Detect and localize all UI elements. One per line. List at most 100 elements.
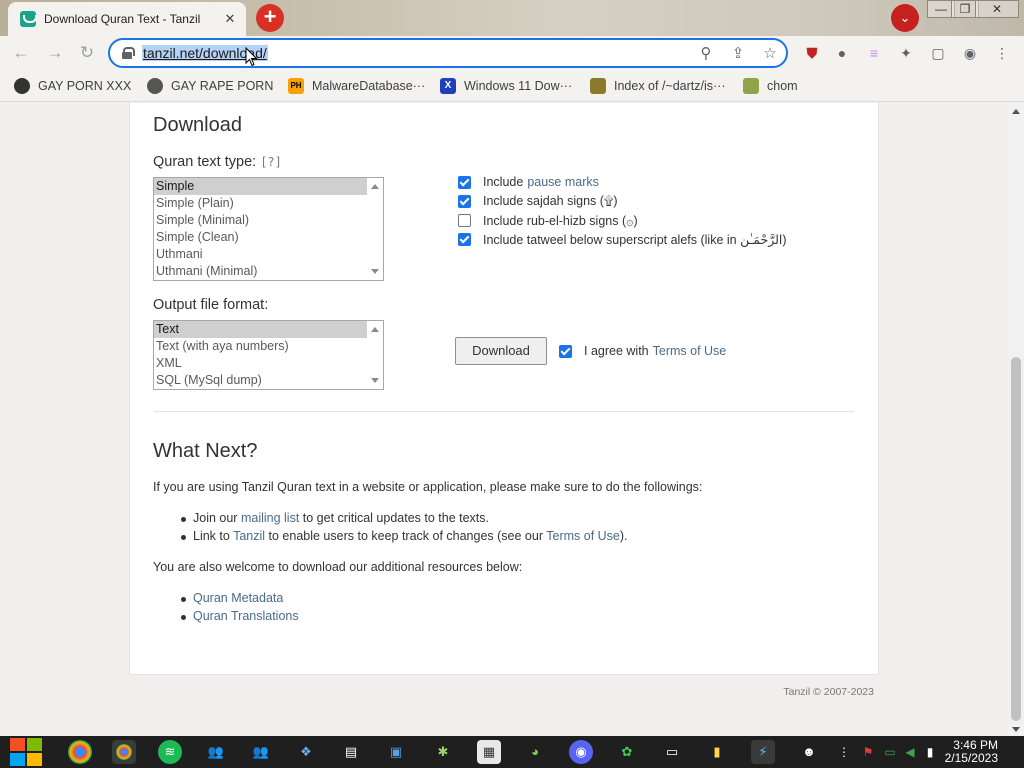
document-icon[interactable]: ▦ bbox=[477, 740, 501, 764]
help-link[interactable]: [?] bbox=[260, 155, 282, 169]
side-panel-icon[interactable]: ▢ bbox=[928, 43, 948, 63]
spotify-icon[interactable]: ≋ bbox=[158, 740, 182, 764]
bookmark-label: GAY PORN XXX bbox=[38, 79, 132, 93]
tatweel-checkbox[interactable] bbox=[458, 233, 471, 246]
bookmark-item[interactable]: Index of /~dartz/is··· bbox=[590, 77, 726, 95]
listbox-scrollbar[interactable] bbox=[367, 321, 383, 389]
close-window-button[interactable]: ✕ bbox=[975, 0, 1019, 18]
text-type-option[interactable]: Uthmani bbox=[154, 246, 383, 263]
ublock-extension-icon[interactable]: ⛊ bbox=[802, 43, 822, 63]
volume-tray-icon[interactable]: ◀ bbox=[902, 744, 918, 760]
text-type-option[interactable]: Uthmani (Minimal) bbox=[154, 263, 383, 280]
text-type-option[interactable]: Simple (Plain) bbox=[154, 195, 383, 212]
scroll-up-icon[interactable] bbox=[371, 184, 379, 189]
azure-icon[interactable]: ❖ bbox=[294, 740, 318, 764]
scroll-up-icon[interactable] bbox=[371, 327, 379, 332]
scroll-down-icon[interactable] bbox=[371, 378, 379, 383]
android-icon[interactable]: ◕ bbox=[523, 740, 547, 764]
scroll-up-icon[interactable] bbox=[1012, 109, 1020, 114]
back-icon[interactable]: ← bbox=[10, 42, 32, 64]
scroll-thumb[interactable] bbox=[1011, 357, 1021, 721]
avatar-extension-icon[interactable]: ● bbox=[832, 43, 852, 63]
tanzil-link[interactable]: Tanzil bbox=[233, 529, 265, 543]
what-next-intro: If you are using Tanzil Quran text in a … bbox=[153, 480, 703, 494]
game-app-icon[interactable]: ✱ bbox=[431, 740, 455, 764]
bullet-text: Link to bbox=[193, 529, 234, 543]
reload-icon[interactable]: ↻ bbox=[76, 42, 98, 64]
chrome-icon[interactable] bbox=[68, 740, 92, 764]
teams-icon[interactable]: 👥 bbox=[249, 740, 273, 764]
page-scrollbar[interactable] bbox=[1008, 103, 1024, 736]
bookmark-item[interactable]: GAY PORN XXX bbox=[14, 77, 131, 95]
active-tab[interactable]: Download Quran Text - Tanzil ✕ bbox=[8, 2, 246, 36]
format-option[interactable]: SQL (MySql dump) bbox=[154, 372, 383, 389]
network-tray-icon[interactable]: ▭ bbox=[882, 744, 898, 760]
sajdah-signs-checkbox[interactable] bbox=[458, 195, 471, 208]
format-option[interactable]: Text (with aya numbers) bbox=[154, 338, 383, 355]
discord-icon[interactable]: ◉ bbox=[569, 740, 593, 764]
option-rub-el-hizb[interactable]: Include rub-el-hizb signs (۞) bbox=[458, 213, 638, 228]
battery-tray-icon[interactable]: ▮ bbox=[922, 744, 938, 760]
tray-overflow-icon[interactable]: ⋮ bbox=[836, 744, 852, 760]
download-button[interactable]: Download bbox=[455, 337, 547, 365]
chrome-active-icon[interactable] bbox=[112, 740, 136, 764]
text-type-option[interactable]: Simple (Clean) bbox=[154, 229, 383, 246]
tab-close-icon[interactable]: ✕ bbox=[222, 11, 238, 27]
terms-agreement[interactable]: I agree with Terms of Use bbox=[559, 344, 726, 358]
flag-tray-icon[interactable]: ⚑ bbox=[860, 744, 876, 760]
profile-avatar-icon[interactable]: ◉ bbox=[960, 43, 980, 63]
bookmark-star-icon[interactable]: ☆ bbox=[760, 44, 780, 64]
bullet-text: to enable users to keep track of changes… bbox=[265, 529, 547, 543]
format-option[interactable]: XML bbox=[154, 355, 383, 372]
share-icon[interactable]: ⇪ bbox=[728, 44, 748, 64]
new-tab-button[interactable]: + bbox=[256, 4, 284, 32]
format-option[interactable]: Text bbox=[154, 321, 383, 338]
what-next-heading: What Next? bbox=[153, 440, 258, 462]
text-type-listbox[interactable]: Simple Simple (Plain) Simple (Minimal) Simp… bbox=[153, 177, 384, 281]
tab-search-icon[interactable]: ⌄ bbox=[891, 4, 919, 32]
scroll-down-icon[interactable] bbox=[1012, 727, 1020, 732]
terms-of-use-link[interactable]: Terms of Use bbox=[546, 529, 620, 543]
file-explorer-icon[interactable]: ▮ bbox=[705, 740, 729, 764]
printer-icon[interactable]: ▤ bbox=[339, 740, 363, 764]
folder-icon bbox=[590, 78, 606, 94]
bookmark-item[interactable]: PH MalwareDatabase··· bbox=[288, 77, 425, 95]
address-bar[interactable]: tanzil.net/download/ ⚲ ⇪ ☆ bbox=[108, 38, 788, 68]
quran-translations-link[interactable]: Quran Translations bbox=[193, 609, 299, 623]
option-text: Include bbox=[483, 175, 524, 189]
avatar-app-icon[interactable]: ☻ bbox=[797, 740, 821, 764]
forward-icon[interactable]: → bbox=[44, 42, 66, 64]
flag-extension-icon[interactable]: ≡ bbox=[864, 43, 884, 63]
text-type-option[interactable]: Simple (Minimal) bbox=[154, 212, 383, 229]
pause-marks-link[interactable]: pause marks bbox=[527, 175, 599, 189]
lock-icon[interactable] bbox=[122, 47, 135, 59]
search-icon[interactable]: ⚲ bbox=[696, 44, 716, 64]
listbox-scrollbar[interactable] bbox=[367, 178, 383, 280]
output-format-listbox[interactable]: Text Text (with aya numbers) XML SQL (MySql… bbox=[153, 320, 384, 390]
quran-metadata-link[interactable]: Quran Metadata bbox=[193, 591, 283, 605]
rub-el-hizb-checkbox[interactable] bbox=[458, 214, 471, 227]
agree-checkbox[interactable] bbox=[559, 344, 572, 358]
bookmark-item[interactable]: X Windows 11 Dow··· bbox=[440, 77, 572, 95]
scroll-down-icon[interactable] bbox=[371, 269, 379, 274]
option-sajdah-signs[interactable]: Include sajdah signs (۩) bbox=[458, 194, 618, 209]
malware-tool-icon[interactable]: ✿ bbox=[615, 740, 639, 764]
people-icon[interactable]: 👥 bbox=[204, 740, 228, 764]
option-pause-marks[interactable]: Include pause marks bbox=[458, 175, 599, 189]
list-item: Join our mailing list to get critical up… bbox=[181, 511, 489, 525]
option-tatweel[interactable]: Include tatweel below superscript alefs … bbox=[458, 232, 787, 247]
powershell-icon[interactable]: ⚡ bbox=[751, 740, 775, 764]
terms-of-use-link[interactable]: Terms of Use bbox=[653, 344, 727, 358]
window-app-icon[interactable]: ▣ bbox=[384, 740, 408, 764]
mailing-list-link[interactable]: mailing list bbox=[241, 511, 299, 525]
extensions-puzzle-icon[interactable]: ✦ bbox=[896, 43, 916, 63]
monitor-icon[interactable]: ▭ bbox=[660, 740, 684, 764]
start-button[interactable] bbox=[10, 738, 44, 766]
pause-marks-checkbox[interactable] bbox=[458, 175, 471, 189]
bookmark-label: GAY RAPE PORN bbox=[171, 79, 274, 93]
system-clock[interactable]: 3:46 PM 2/15/2023 bbox=[945, 739, 998, 765]
bookmark-item[interactable]: chom bbox=[743, 77, 798, 95]
text-type-option[interactable]: Simple bbox=[154, 178, 383, 195]
bookmark-item[interactable]: GAY RAPE PORN bbox=[147, 77, 273, 95]
menu-kebab-icon[interactable]: ⋮ bbox=[992, 43, 1012, 63]
